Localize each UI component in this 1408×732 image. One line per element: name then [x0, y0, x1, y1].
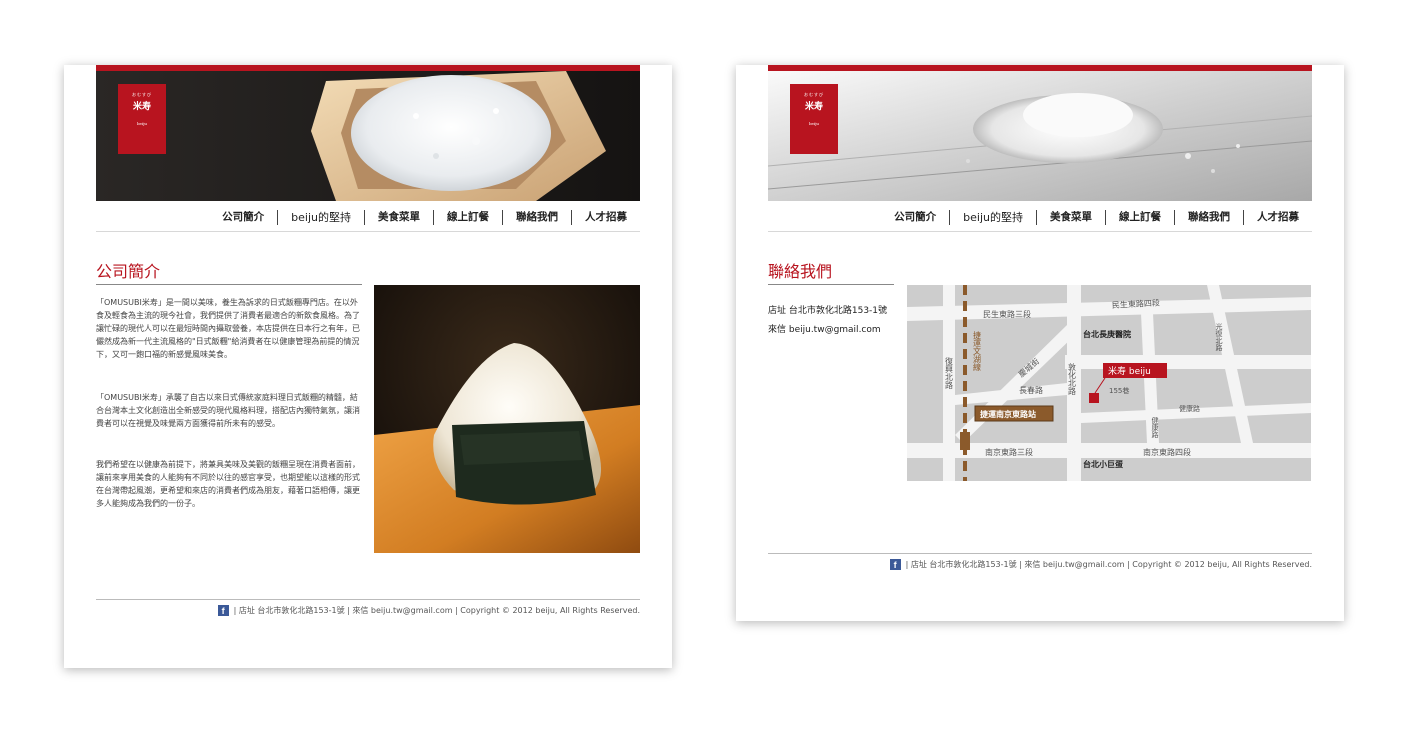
about-paragraph-1: 「OMUSUBI米寿」是一間以美味，養生為訴求的日式飯糰專門店。在以外食及輕食為…	[96, 298, 360, 359]
logo-sub: beiju	[808, 121, 820, 126]
nav-item-beiju[interactable]: beiju的堅持	[949, 209, 1036, 225]
road-label-nanjing3: 南京東路三段	[985, 447, 1033, 457]
main-nav: 公司簡介 beiju的堅持 美食菜單 線上訂餐 聯絡我們 人才招募	[96, 203, 640, 232]
logo-name: 米寿	[804, 102, 823, 112]
place-hospital: 台北長庚醫院	[1083, 329, 1131, 339]
main-nav: 公司簡介 beiju的堅持 美食菜單 線上訂餐 聯絡我們 人才招募	[768, 203, 1312, 232]
road-label-dunhua: 敦化北路	[1068, 362, 1077, 395]
place-arena: 台北小巨蛋	[1083, 459, 1123, 469]
footer: f | 店址 台北市敦化北路153-1號 | 來信 beiju.tw@gmail…	[96, 605, 640, 616]
footer-divider	[768, 553, 1312, 554]
logo-small-text: おむすび	[132, 92, 152, 97]
road-label-jiankang: 健康路	[1151, 416, 1159, 439]
store-label: 米寿 beiju	[1108, 365, 1151, 377]
contact-page-card: おむすび 米寿 beiju 公司簡介 beiju的堅持 美食菜單 線上訂餐 聯絡…	[736, 65, 1344, 621]
nav-item-jobs[interactable]: 人才招募	[1243, 209, 1312, 225]
logo-small-text: おむすび	[804, 92, 824, 97]
nav-item-menu[interactable]: 美食菜單	[1036, 209, 1105, 225]
title-divider	[96, 284, 362, 285]
nav-item-contact[interactable]: 聯絡我們	[1174, 209, 1243, 225]
location-map[interactable]: 民生東路三段 民生東路四段 長春路 南京東路三段 南京東路四段 健康路 復興北路…	[907, 285, 1311, 481]
brand-logo[interactable]: おむすび 米寿 beiju	[790, 84, 838, 154]
nav-item-order[interactable]: 線上訂餐	[1105, 209, 1174, 225]
road-label-changchun: 長春路	[1019, 385, 1043, 395]
road-label-minsheng3: 民生東路三段	[983, 309, 1031, 319]
nav-item-about[interactable]: 公司簡介	[209, 210, 277, 225]
footer-divider	[96, 599, 640, 600]
facebook-icon[interactable]: f	[217, 605, 229, 616]
store-location-marker[interactable]	[1089, 393, 1099, 403]
header-banner: おむすび 米寿 beiju	[96, 71, 640, 201]
about-page-card: おむすび 米寿 beiju 公司簡介 beiju的堅持 美食菜單 線上訂餐 聯絡…	[64, 65, 672, 668]
road-label-nanjing4: 南京東路四段	[1143, 447, 1191, 457]
nav-item-order[interactable]: 線上訂餐	[433, 209, 502, 225]
brand-logo[interactable]: おむすび 米寿 beiju	[118, 84, 166, 154]
mrt-station-label: 捷運南京東路站	[980, 409, 1036, 419]
footer-text: | 店址 台北市敦化北路153-1號 | 來信 beiju.tw@gmail.c…	[905, 560, 1312, 569]
onigiri-photo	[374, 285, 640, 553]
salt-photo	[768, 71, 1312, 201]
contact-address: 店址 台北市敦化北路153-1號	[768, 306, 888, 316]
page-title: 聯絡我們	[768, 262, 833, 281]
facebook-icon[interactable]: f	[889, 559, 901, 570]
nav-item-contact[interactable]: 聯絡我們	[502, 209, 571, 225]
logo-name: 米寿	[132, 102, 151, 112]
mrt-line-label: 捷運文湖線	[973, 330, 982, 371]
about-paragraph-2: 「OMUSUBI米寿」承襲了自古以來日式傳統家庭料理日式飯糰的精髓，結合台灣本土…	[96, 393, 360, 428]
lane-label: 155巷	[1109, 387, 1129, 395]
nav-item-jobs[interactable]: 人才招募	[571, 209, 640, 225]
nav-item-menu[interactable]: 美食菜單	[364, 209, 433, 225]
contact-email[interactable]: 來信 beiju.tw@gmail.com	[768, 322, 881, 335]
footer-text: | 店址 台北市敦化北路153-1號 | 來信 beiju.tw@gmail.c…	[233, 606, 640, 615]
road-label-fuxing: 復興北路	[945, 356, 954, 389]
about-paragraph-3: 我們希望在以健康為前提下，將兼具美味及美觀的飯糰呈現在消費者面前，讓前來享用美食…	[96, 460, 360, 508]
nav-item-beiju[interactable]: beiju的堅持	[277, 209, 364, 225]
road-label-guangfu: 光復北路	[1215, 322, 1223, 352]
page-title: 公司簡介	[96, 262, 161, 281]
road-label-jiankang-east: 健康路	[1179, 404, 1200, 413]
header-banner: おむすび 米寿 beiju	[768, 71, 1312, 201]
logo-sub: beiju	[136, 121, 148, 126]
nav-item-about[interactable]: 公司簡介	[881, 210, 949, 225]
footer: f | 店址 台北市敦化北路153-1號 | 來信 beiju.tw@gmail…	[768, 559, 1312, 570]
rice-box-photo	[96, 71, 640, 201]
title-divider	[768, 284, 894, 285]
